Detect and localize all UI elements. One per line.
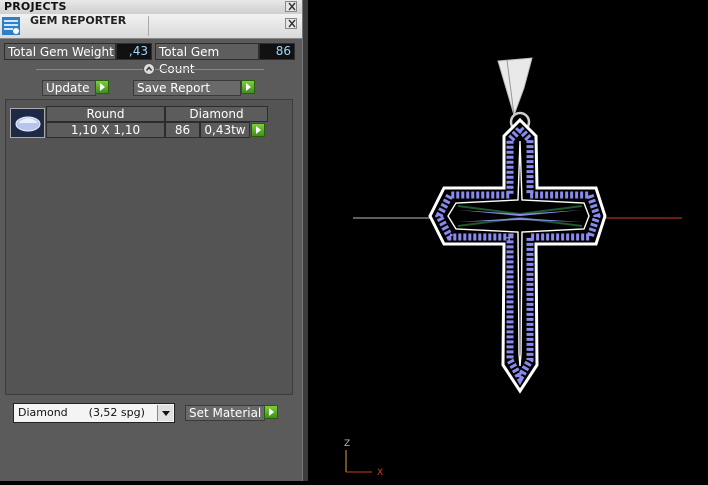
total-gem-weight-label: Total Gem Weight bbox=[4, 43, 116, 60]
close-icon bbox=[288, 19, 296, 28]
gem-list bbox=[5, 99, 293, 395]
gem-reporter-icon bbox=[2, 17, 20, 35]
pendant-bail bbox=[497, 57, 533, 117]
projects-close-button[interactable] bbox=[285, 1, 297, 12]
material-select-value: Diamond (3,52 spg) bbox=[18, 406, 145, 419]
material-select[interactable]: Diamond (3,52 spg) bbox=[13, 403, 175, 423]
axis-gizmo bbox=[345, 450, 372, 473]
gem-reporter-panel: PROJECTS GEM REPORTER Total Gem Weight ,… bbox=[0, 0, 302, 481]
table-header-material: Diamond bbox=[165, 106, 268, 122]
gem-reporter-title: GEM REPORTER bbox=[30, 14, 127, 27]
gem-row-size: 1,10 X 1,10 bbox=[46, 122, 165, 138]
gem-thumbnail[interactable] bbox=[10, 108, 45, 138]
gem-row-select-button[interactable] bbox=[251, 123, 265, 137]
update-button[interactable]: Update bbox=[42, 80, 96, 96]
cross-inner-opening bbox=[447, 140, 590, 367]
axis-z-label: Z bbox=[344, 439, 351, 449]
close-icon bbox=[288, 2, 296, 11]
round-gem-icon bbox=[15, 116, 41, 132]
total-gem-count-label: Total Gem Count bbox=[155, 43, 259, 76]
gem-reporter-titlebar: GEM REPORTER bbox=[0, 14, 302, 39]
3d-viewport[interactable]: Z X bbox=[308, 0, 708, 481]
cross-pendant-model bbox=[428, 57, 607, 394]
set-material-button[interactable]: Set Material bbox=[185, 405, 265, 421]
save-report-button[interactable]: Save Report bbox=[133, 80, 241, 96]
total-gem-count-value: 86 bbox=[259, 43, 295, 60]
axis-x-label: X bbox=[377, 468, 384, 478]
set-material-play-icon[interactable] bbox=[264, 405, 278, 419]
projects-titlebar: PROJECTS bbox=[0, 0, 302, 15]
update-play-icon[interactable] bbox=[95, 80, 109, 94]
viewport-canvas bbox=[345, 57, 682, 473]
gem-row-count: 86 bbox=[165, 122, 200, 138]
gem-row-weight: 0,43tw bbox=[200, 122, 250, 138]
chevron-up-icon bbox=[145, 66, 153, 71]
titlebar-divider bbox=[148, 16, 149, 36]
table-header-shape: Round bbox=[46, 106, 165, 122]
gem-reporter-close-button[interactable] bbox=[285, 18, 297, 29]
total-gem-weight-value: ,43 bbox=[116, 43, 152, 60]
projects-title: PROJECTS bbox=[4, 0, 67, 13]
collapse-toggle-button[interactable] bbox=[143, 63, 155, 75]
save-report-play-icon[interactable] bbox=[241, 80, 255, 94]
chevron-down-icon[interactable] bbox=[157, 405, 173, 421]
